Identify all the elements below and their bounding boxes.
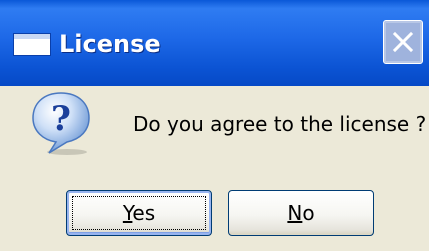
close-button[interactable] <box>383 20 423 64</box>
svg-text:?: ? <box>51 99 71 139</box>
yes-button-label: Yes <box>122 201 156 225</box>
yes-button[interactable]: Yes <box>66 190 212 236</box>
window-icon <box>13 33 51 56</box>
license-dialog: License ? Do you agree to the license ? … <box>0 0 429 251</box>
window-title: License <box>59 30 161 58</box>
title-bar[interactable]: License <box>0 0 429 86</box>
dialog-message: Do you agree to the license ? <box>133 112 427 136</box>
no-button-label: No <box>287 201 315 225</box>
no-button[interactable]: No <box>228 190 374 236</box>
question-icon: ? <box>32 92 90 155</box>
close-icon <box>392 31 414 53</box>
